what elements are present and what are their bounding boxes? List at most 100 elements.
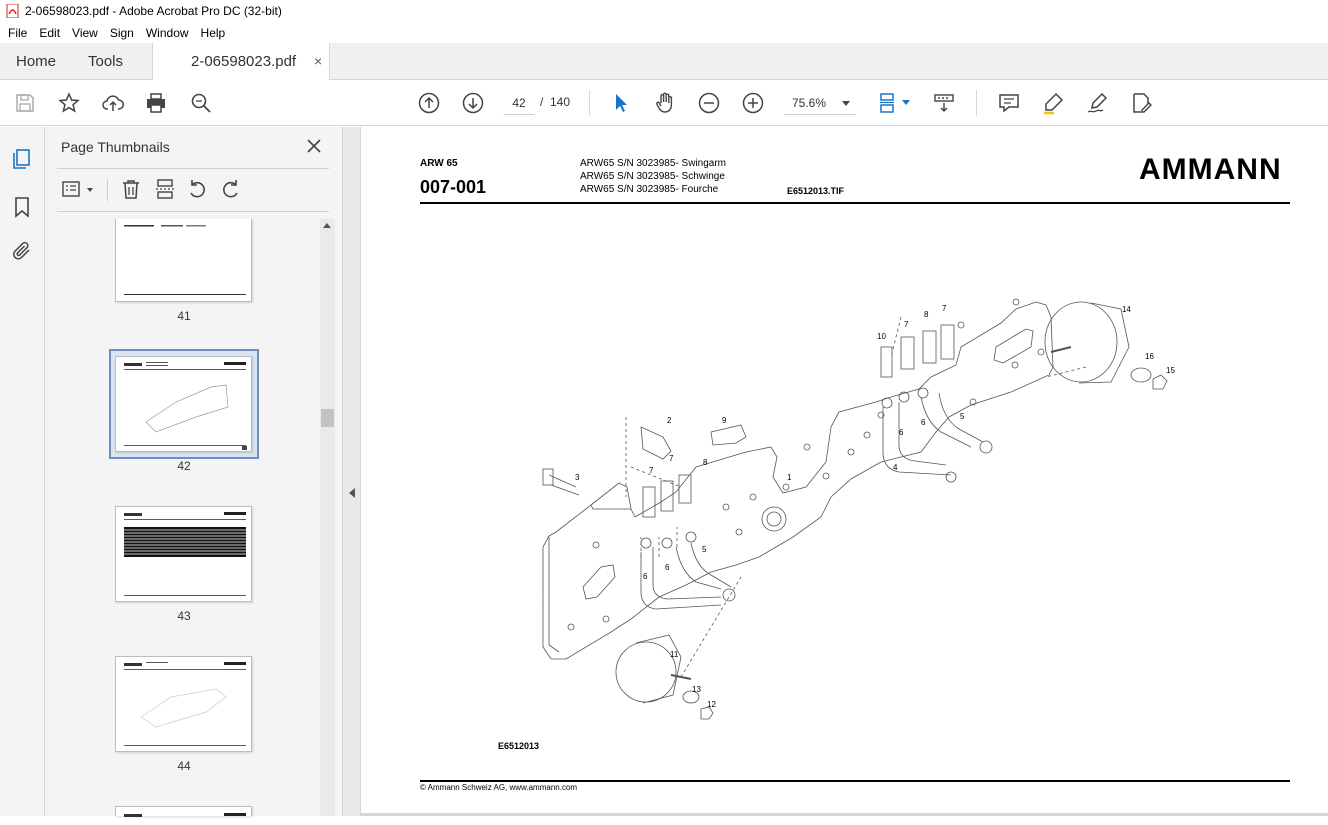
tab-tools[interactable]: Tools: [88, 53, 123, 70]
menu-edit[interactable]: Edit: [39, 26, 60, 40]
menu-file[interactable]: File: [8, 26, 27, 40]
upload-button[interactable]: [100, 90, 126, 116]
callout-10: 10: [877, 332, 886, 341]
callout-15: 15: [1166, 366, 1175, 375]
edit-pdf-button[interactable]: [1128, 90, 1154, 116]
menu-help[interactable]: Help: [201, 26, 226, 40]
bookmark-star-button[interactable]: [56, 90, 82, 116]
page-thumbnails-icon[interactable]: [10, 147, 34, 171]
previous-page-button[interactable]: [416, 90, 442, 116]
cursor-arrow-icon: [616, 94, 627, 112]
zoom-in-button[interactable]: [740, 90, 766, 116]
menu-bar: File Edit View Sign Window Help: [0, 22, 1328, 43]
highlighter-icon: [1044, 92, 1064, 115]
page-number-input[interactable]: 42: [503, 91, 535, 115]
doc-description-en: ARW65 S/N 3023985- Swingarm: [580, 158, 726, 169]
thumbnail-image: [115, 656, 252, 752]
menu-view[interactable]: View: [72, 26, 98, 40]
doc-description-fr: ARW65 S/N 3023985- Fourche: [580, 184, 719, 195]
callout-6: 6: [643, 572, 648, 581]
comment-button[interactable]: [996, 90, 1022, 116]
tab-bar: Home Tools 2-06598023.pdf ×: [0, 43, 1328, 80]
thumbnail-label: 42: [177, 459, 191, 473]
panel-splitter[interactable]: [342, 127, 361, 816]
callout-6b: 6: [665, 563, 670, 572]
document-view[interactable]: ARW 65 007-001 ARW65 S/N 3023985- Swinga…: [361, 127, 1328, 816]
select-tool-button[interactable]: [608, 90, 634, 116]
tab-document-label: 2-06598023.pdf: [191, 53, 297, 70]
scrollbar-thumb[interactable]: [321, 409, 334, 427]
scroll-mode-button[interactable]: [931, 90, 957, 116]
hand-tool-button[interactable]: [652, 90, 678, 116]
printer-icon: [147, 93, 165, 113]
sign-button[interactable]: [1084, 90, 1110, 116]
callout-3: 3: [575, 473, 580, 482]
page-total: 140: [550, 95, 571, 109]
callout-1: 1: [787, 473, 792, 482]
options-chevron-icon[interactable]: [87, 188, 93, 192]
scroll-up-icon[interactable]: [323, 223, 331, 228]
doc-tif-name: E6512013.TIF: [787, 186, 845, 196]
title-bar: 2-06598023.pdf - Adobe Acrobat Pro DC (3…: [0, 0, 1328, 22]
footer-rule: [420, 780, 1290, 782]
thumbnail-toolbar: [57, 175, 329, 205]
callout-9: 9: [722, 416, 727, 425]
callout-16: 16: [1145, 352, 1154, 361]
thumbnail-label: 41: [177, 309, 191, 323]
panel-divider: [57, 168, 329, 169]
callout-5: 5: [702, 545, 707, 554]
thumbnail-scrollbar[interactable]: [320, 219, 335, 816]
options-menu-icon[interactable]: [61, 177, 85, 201]
doc-description-de: ARW65 S/N 3023985- Schwinge: [580, 171, 725, 182]
fit-page-icon: [880, 93, 894, 113]
callout-12: 12: [707, 700, 716, 709]
thumbnail-image: [115, 806, 252, 817]
save-button[interactable]: [12, 90, 38, 116]
callout-7c: 7: [904, 320, 909, 329]
collapse-panel-icon[interactable]: [349, 488, 355, 498]
zoom-level-select[interactable]: 75.6%: [784, 91, 856, 115]
tab-close-button[interactable]: ×: [314, 53, 322, 69]
print-button[interactable]: [143, 90, 169, 116]
chevron-down-icon: [842, 101, 850, 106]
search-button[interactable]: [188, 90, 214, 116]
thumbnail-image: [115, 219, 252, 302]
thumbnail-image: [115, 506, 252, 602]
zoom-out-button[interactable]: [696, 90, 722, 116]
ammann-logo: AMMANN: [1139, 153, 1282, 186]
hand-icon: [656, 92, 673, 113]
tab-home[interactable]: Home: [16, 53, 56, 70]
bookmark-icon[interactable]: [10, 195, 34, 219]
edit-document-icon: [1133, 93, 1152, 113]
menu-window[interactable]: Window: [146, 26, 189, 40]
trash-icon[interactable]: [119, 177, 143, 201]
callout-8: 8: [703, 458, 708, 467]
window-title: 2-06598023.pdf - Adobe Acrobat Pro DC (3…: [25, 4, 282, 18]
callout-11: 11: [670, 650, 679, 659]
page-view-button[interactable]: [876, 90, 902, 116]
tab-document[interactable]: 2-06598023.pdf ×: [152, 43, 330, 80]
thumbnail-label: 44: [177, 759, 191, 773]
callout-13: 13: [692, 685, 701, 694]
close-icon[interactable]: [305, 137, 323, 155]
doc-footer: © Ammann Schweiz AG, www.ammann.com: [420, 783, 578, 792]
menu-sign[interactable]: Sign: [110, 26, 134, 40]
page-view-chevron-icon[interactable]: [902, 100, 910, 105]
paperclip-icon[interactable]: [10, 239, 34, 263]
left-navigation-rail: [0, 127, 45, 816]
insert-page-icon[interactable]: [153, 177, 177, 201]
doc-model: ARW 65: [420, 158, 458, 169]
save-icon: [16, 94, 34, 112]
rotate-left-icon[interactable]: [185, 177, 209, 201]
panel-title: Page Thumbnails: [61, 139, 170, 155]
highlight-button[interactable]: [1040, 90, 1066, 116]
next-page-button[interactable]: [460, 90, 486, 116]
arrow-down-circle-icon: [462, 92, 484, 114]
exploded-parts-drawing: 1 2 3 4 5 5 6 6 6 6 7 7 7 7 8 8 9 10 11 …: [542, 298, 1175, 720]
star-icon: [58, 92, 80, 113]
cloud-upload-icon: [102, 95, 124, 111]
rotate-right-icon[interactable]: [219, 177, 243, 201]
callout-14: 14: [1122, 305, 1131, 314]
pen-sign-icon: [1087, 92, 1108, 113]
arrow-up-circle-icon: [418, 92, 440, 114]
